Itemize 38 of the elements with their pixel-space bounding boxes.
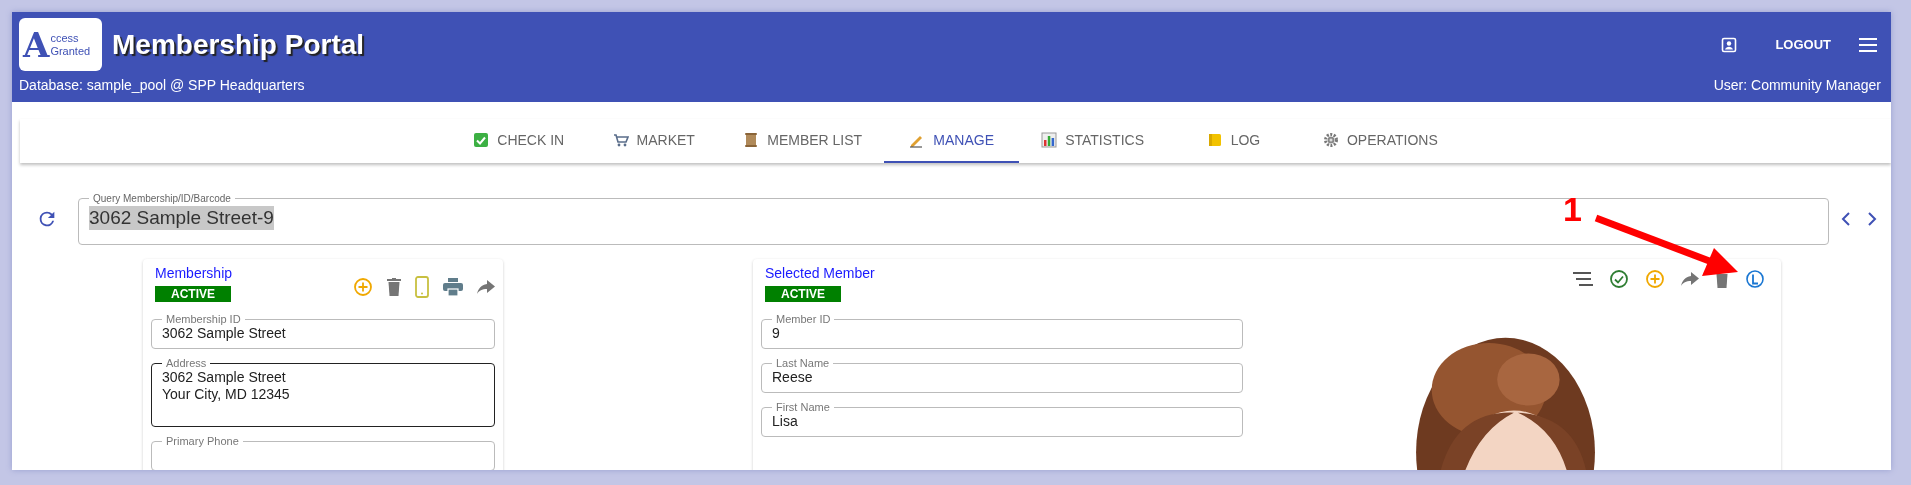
circle-icon[interactable]	[1745, 269, 1765, 289]
tab[interactable]: STATISTICS	[1019, 119, 1166, 163]
text-field[interactable]: Address 3062 Sample Street Your City, MD 12345	[151, 357, 495, 427]
tab[interactable]: CHECK IN	[451, 119, 587, 163]
text-field[interactable]: Member ID 9	[761, 313, 1243, 349]
checkbox-icon	[473, 132, 490, 148]
card-title: Selected Member	[765, 265, 875, 281]
list-icon[interactable]	[1573, 272, 1593, 286]
logo-word: ccess	[50, 31, 80, 45]
tab[interactable]: MANAGE	[884, 119, 1020, 163]
text-field[interactable]: First Name Lisa	[761, 401, 1243, 437]
tab[interactable]: OPERATIONS	[1301, 119, 1460, 163]
gear-icon	[1323, 132, 1339, 148]
scroll-icon	[743, 132, 760, 148]
logo-letter: A	[23, 27, 50, 62]
database-label: Database: sample_pool @ SPP Headquarters	[19, 77, 305, 93]
logout-button[interactable]: LOGOUT	[1769, 33, 1837, 56]
text-field[interactable]: Last Name Reese	[761, 357, 1243, 393]
callout-number: 1	[1563, 190, 1582, 229]
share-icon[interactable]	[1681, 272, 1699, 286]
bar-chart-icon	[1041, 132, 1058, 148]
text-field[interactable]: Membership ID 3062 Sample Street	[151, 313, 495, 349]
cart-icon	[612, 132, 629, 148]
note-icon	[1206, 132, 1223, 148]
check-circle-icon[interactable]	[1609, 269, 1629, 289]
logo-word: Granted	[50, 44, 91, 58]
card-title: Membership	[155, 265, 233, 281]
tab[interactable]: MEMBER LIST	[721, 119, 885, 163]
user-label: User: Community Manager	[1713, 77, 1881, 93]
print-icon[interactable]	[443, 278, 463, 296]
status-badge: ACTIVE	[155, 286, 231, 302]
text-field[interactable]: Primary Phone	[151, 435, 495, 470]
trash-icon[interactable]	[387, 278, 401, 296]
tab[interactable]: MARKET	[586, 119, 722, 163]
status-badge: ACTIVE	[765, 286, 841, 302]
tab[interactable]: LOG	[1166, 119, 1301, 163]
app-title: Membership Portal	[112, 28, 365, 61]
share-icon[interactable]	[477, 280, 495, 294]
